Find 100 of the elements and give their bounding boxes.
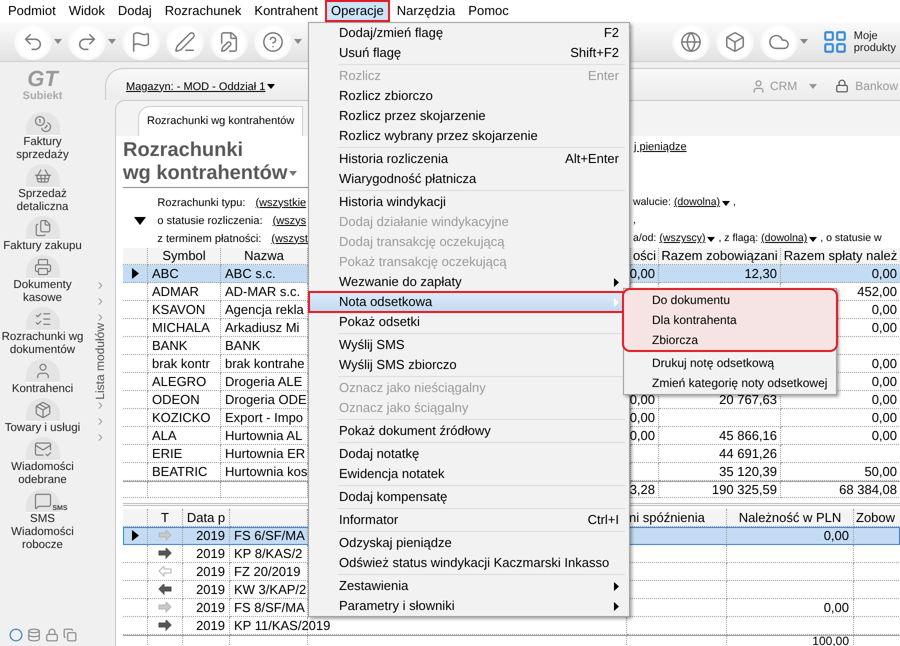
filter-label: ,	[633, 213, 636, 228]
menu-bar-item[interactable]: Widok	[62, 0, 111, 22]
products-button[interactable]: Moje produkty	[822, 24, 900, 60]
module-button[interactable]: Towary i usługi	[0, 398, 85, 435]
module-button[interactable]: Rozrachunki wg dokumentów	[0, 307, 85, 357]
column-header[interactable]: Razem spłaty należ	[784, 246, 898, 266]
filter-dropdown[interactable]: (dowolna)	[761, 231, 818, 247]
menu-item[interactable]: Zmień kategorię noty odsetkowej	[624, 373, 836, 393]
table-cell-text: MICHALA	[152, 318, 210, 337]
menu-bar-item[interactable]: Dodaj	[112, 0, 158, 22]
menu-item[interactable]: Ewidencja notatek	[309, 464, 629, 484]
row-pointer-icon	[132, 268, 138, 279]
filter-label: a/od:	[633, 231, 656, 246]
menu-item[interactable]: Odśwież status windykacji Kaczmarski Inkasso	[309, 553, 629, 573]
menu-item[interactable]: Rozlicz wybrany przez skojarzenie	[309, 126, 629, 146]
logo-text: Subiekt	[22, 90, 62, 102]
toolbar-button[interactable]	[122, 24, 160, 60]
menu-item[interactable]: Zestawienia	[309, 576, 629, 596]
total-cell-text: 190 325,59	[712, 480, 777, 499]
toolbar-button[interactable]	[166, 24, 204, 60]
filter-dropdown[interactable]: (wszys	[272, 212, 306, 230]
module-button[interactable]: Kontrahenci	[0, 359, 85, 396]
menu-item[interactable]: Odzyskaj pieniądze	[309, 533, 629, 553]
menu-item[interactable]: Parametry i słowniki	[309, 596, 629, 616]
dropdown-caret-icon	[722, 200, 730, 206]
table-cell-text: Hurtownia AL	[225, 426, 302, 445]
table-cell-text: ODEON	[152, 390, 200, 409]
table-cell-text: Drogeria ALE	[225, 372, 302, 391]
view-tab[interactable]: Rozrachunki wg kontrahentów	[138, 106, 304, 136]
submenu-arrow-icon	[614, 602, 619, 610]
collapse-triangle-icon[interactable]	[134, 217, 146, 225]
column-header[interactable]: Należność w PLN	[738, 509, 842, 526]
toolbar-button[interactable]	[210, 24, 248, 60]
column-header[interactable]: T	[161, 509, 169, 526]
module-button[interactable]: Wiadomości odebrane	[0, 437, 85, 487]
column-header[interactable]: Data p	[186, 509, 226, 526]
menu-item[interactable]: Dodaj/zmień flagę F2	[309, 23, 629, 43]
menu-bar-item[interactable]: Podmiot	[2, 0, 62, 22]
menu-item[interactable]: Dodaj notatkę	[309, 444, 629, 464]
menu-item[interactable]: Historia windykacji	[309, 192, 629, 212]
toolbar-button[interactable]	[14, 24, 52, 60]
menu-item[interactable]: Rozlicz zbiorczo	[309, 86, 629, 106]
column-header[interactable]: Razem zobowiązani	[661, 246, 778, 266]
menu-item[interactable]: Informator Ctrl+I	[309, 510, 629, 530]
table-cell-text: 0,00	[872, 408, 897, 427]
menu-bar-item[interactable]: Pomoc	[462, 0, 515, 22]
filter-dropdown[interactable]: (dowolna)	[674, 195, 730, 211]
table-cell-text: brak kontr	[152, 354, 210, 373]
documents-icon	[34, 218, 52, 236]
table-cell-text: 2019	[196, 580, 225, 599]
menu-item[interactable]: Dla kontrahenta	[624, 310, 836, 330]
toolbar-button[interactable]	[760, 24, 798, 60]
recover-link[interactable]: j pieniądze	[634, 139, 687, 156]
title-caret-icon	[289, 171, 298, 176]
toolbar-button[interactable]	[68, 24, 106, 60]
lock-icon[interactable]	[44, 628, 58, 642]
column-header[interactable]: Zobow	[856, 509, 896, 526]
table-cell-text: 0,00	[872, 264, 897, 283]
filter-dropdown[interactable]: (wszyscy)	[659, 231, 716, 247]
menu-item[interactable]: Rozlicz przez skojarzenie	[309, 106, 629, 126]
box-icon	[34, 400, 52, 418]
menu-item[interactable]: Pokaż dokument źródłowy	[309, 421, 629, 441]
filter-dropdown[interactable]: (wszystkie	[255, 194, 306, 212]
table-cell-text: 2019	[196, 616, 225, 635]
menu-bar-item[interactable]: Kontrahent	[248, 0, 324, 22]
toolbar-button[interactable]	[716, 24, 754, 60]
view-title[interactable]: Rozrachunki wg kontrahentów	[123, 139, 298, 185]
menu-item[interactable]: Historia rozliczenia Alt+Enter	[309, 149, 629, 169]
arrow-left-icon	[158, 566, 172, 577]
database-icon[interactable]	[26, 628, 40, 642]
table-cell-text: FS 6/SF/MA	[234, 526, 305, 545]
menu-bar-item[interactable]: Narzędzia	[390, 0, 462, 22]
column-header[interactable]: Symbol	[162, 246, 206, 266]
menu-item[interactable]: Wiarygodność płatnicza	[309, 169, 629, 189]
copy-icon[interactable]	[62, 628, 76, 642]
menu-item[interactable]: Zbiorcza	[624, 330, 836, 350]
module-button[interactable]: Faktury sprzedaży	[0, 112, 85, 162]
dropdown-caret-icon	[294, 39, 302, 44]
warehouse-selector[interactable]: Magazyn: - MOD - Oddział 1	[126, 78, 276, 95]
table-cell-text: 0,00	[824, 526, 849, 545]
menu-item[interactable]: Drukuj notę odsetkową	[624, 353, 836, 373]
module-button[interactable]: Faktury zakupu	[0, 216, 85, 253]
toolbar-button[interactable]	[672, 24, 710, 60]
caret-icon	[809, 84, 818, 88]
pen-icon	[174, 30, 196, 52]
menu-item[interactable]: Dodaj kompensatę	[309, 487, 629, 507]
column-header[interactable]: ości	[632, 246, 656, 266]
menu-bar-item[interactable]: Rozrachunek	[158, 0, 248, 22]
menu-item[interactable]: Wezwanie do zapłaty	[309, 272, 629, 292]
toolbar-button[interactable]	[254, 24, 292, 60]
column-header[interactable]: ni spóźnienia	[629, 509, 705, 526]
status-icon[interactable]	[8, 628, 22, 642]
menu-item[interactable]: Usuń flagę Shift+F2	[309, 43, 629, 63]
filter-label: Rozrachunki typu:	[157, 196, 246, 211]
module-button[interactable]: Sprzedaż detaliczna	[0, 164, 85, 214]
module-button[interactable]: Dokumenty kasowe	[0, 255, 85, 305]
menu-bar-item[interactable]: Operacje	[325, 0, 390, 22]
filter-dropdown[interactable]: (wszyst	[271, 230, 308, 248]
column-header[interactable]: Nazwa	[244, 246, 284, 266]
table-cell-text: 0,00	[872, 390, 897, 409]
